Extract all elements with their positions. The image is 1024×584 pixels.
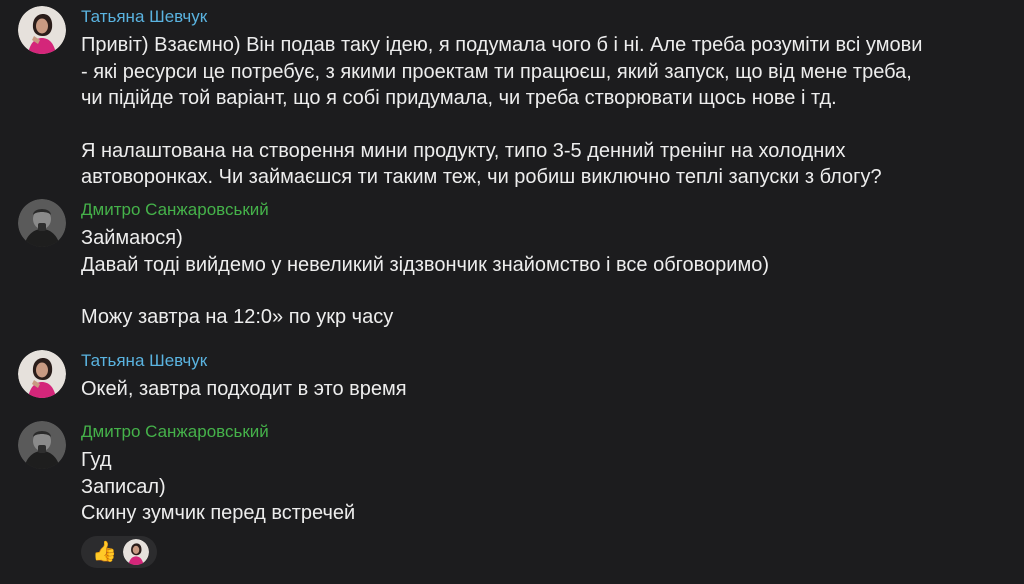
message-line: Окей, завтра подходит в это время: [81, 378, 407, 400]
dmytro-avatar[interactable]: [18, 421, 66, 469]
reaction-pill[interactable]: 👍: [81, 536, 157, 568]
dmytro-avatar[interactable]: [18, 199, 66, 247]
message-line: Скину зумчик перед встречей: [81, 502, 356, 524]
author-name[interactable]: Татьяна Шевчук: [81, 6, 1011, 28]
author-name[interactable]: Дмитро Санжаровський: [81, 199, 1011, 221]
message-body: Татьяна Шевчук Окей, завтра подходит в э…: [81, 350, 1011, 403]
tatyana-avatar[interactable]: [18, 350, 66, 398]
message-line: чи підійде той варіант, що я собі придум…: [81, 87, 837, 109]
author-name[interactable]: Дмитро Санжаровський: [81, 421, 1011, 443]
tatyana-avatar: [123, 539, 149, 565]
message-line: Привіт) Взаємно) Він подав таку ідею, я …: [81, 34, 923, 56]
message-line: Можу завтра на 12:0» по укр часу: [81, 306, 394, 328]
message-tatyana-1: Татьяна Шевчук Привіт) Взаємно) Він пода…: [0, 6, 1024, 188]
message-line: Я налаштована на створення мини продукту…: [81, 139, 846, 162]
message-line: - які ресурси це потребує, з якими проек…: [81, 60, 912, 83]
message-line: Займаюся): [81, 227, 183, 249]
message-tatyana-2: Татьяна Шевчук Окей, завтра подходит в э…: [0, 350, 1024, 402]
thumbs-up-icon: 👍: [92, 541, 117, 563]
message-body: Дмитро Санжаровський Гуд Записал) Скину …: [81, 421, 1011, 527]
chat-history: Татьяна Шевчук Привіт) Взаємно) Він пода…: [0, 0, 1024, 584]
tatyana-avatar[interactable]: [18, 6, 66, 54]
message-body: Татьяна Шевчук Привіт) Взаємно) Він пода…: [81, 6, 1011, 191]
author-name[interactable]: Татьяна Шевчук: [81, 350, 1011, 372]
message-dmytro-1: Дмитро Санжаровський Займаюся) Давай тод…: [0, 199, 1024, 334]
message-line: Гуд: [81, 449, 112, 471]
message-body: Дмитро Санжаровський Займаюся) Давай тод…: [81, 199, 1011, 331]
message-line: Записал): [81, 475, 166, 498]
message-dmytro-2: Дмитро Санжаровський Гуд Записал) Скину …: [0, 421, 1024, 526]
message-line: автоворонках. Чи займаєшся ти таким теж,…: [81, 166, 882, 188]
message-line: Давай тоді вийдемо у невеликий зідзвончи…: [81, 253, 770, 276]
